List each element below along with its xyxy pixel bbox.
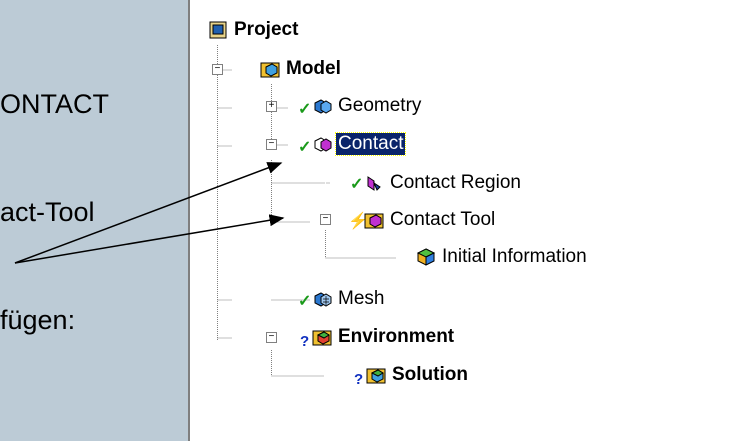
- annotation-arrows: [14, 162, 285, 264]
- arrow-to-contact-tool: [14, 214, 285, 264]
- arrow-to-contact: [14, 162, 283, 264]
